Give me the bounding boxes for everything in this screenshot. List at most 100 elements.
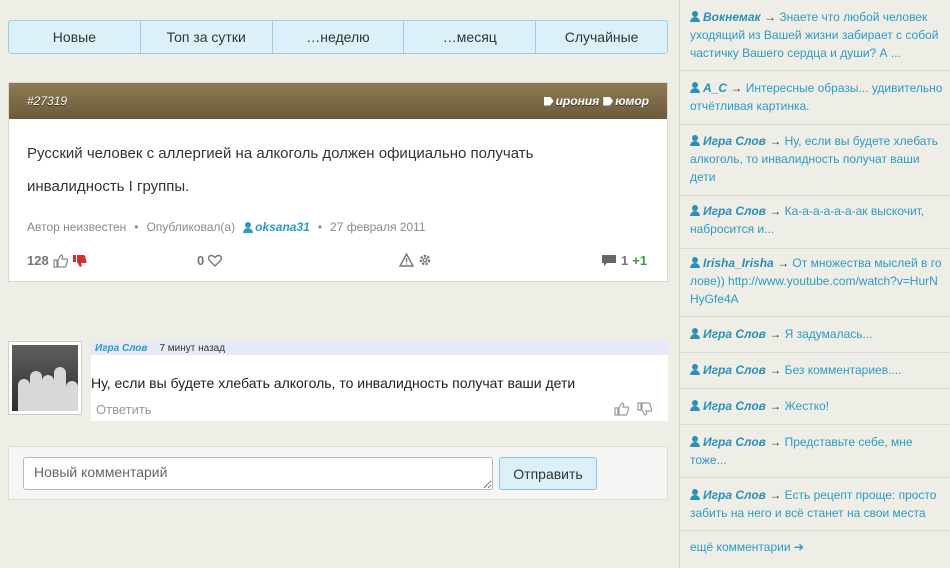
sidebar-comment-user[interactable]: Игра Слов [690, 399, 766, 413]
comment-time: 7 минут назад [159, 342, 226, 354]
arrow-icon: → [769, 363, 782, 377]
recent-comments-sidebar: Вокнемак → Знаете что любой человек уход… [679, 0, 950, 568]
sidebar-comment-user[interactable]: Игра Слов [690, 435, 766, 449]
tab-random[interactable]: Случайные [535, 20, 668, 54]
quote-card: #27319 ирония юмор Русский человек с алл… [8, 82, 668, 282]
comment-body: Игра Слов 7 минут назад Ну, если вы буде… [91, 341, 668, 421]
avatar-image [12, 345, 78, 411]
sidebar-comment-user[interactable]: Игра Слов [690, 134, 766, 148]
comment-votes [614, 402, 652, 416]
quote-text-line-2: инвалидность I группы. [27, 178, 190, 195]
sidebar-comment-text[interactable]: Интересные образы... удивительно отчётли… [690, 81, 942, 113]
reply-link[interactable]: Ответить [96, 402, 152, 417]
favorites-group: 0 [197, 253, 223, 268]
sidebar-user-name: Игра Слов [703, 488, 766, 502]
tag-icon [543, 96, 554, 106]
user-icon [690, 489, 700, 500]
sidebar-user-name: Irisha_Irisha [703, 256, 774, 270]
tag-list: ирония юмор [543, 94, 649, 108]
heart-icon[interactable] [208, 254, 223, 267]
sidebar-comment-text[interactable]: Жестко! [785, 399, 830, 413]
sidebar-comment-user[interactable]: Игра Слов [690, 488, 766, 502]
new-comment-input[interactable] [23, 457, 493, 490]
quote-id-link[interactable]: #27319 [27, 94, 67, 108]
user-icon [690, 205, 700, 216]
tag-humor[interactable]: юмор [603, 94, 649, 108]
sidebar-comment[interactable]: Игра Слов → Ка-а-а-а-а-а-ак выскочит, на… [680, 196, 950, 249]
arrow-icon: → [730, 81, 743, 95]
comments-count: 1 [621, 253, 629, 268]
quote-header: #27319 ирония юмор [9, 83, 667, 119]
author-label: Автор неизвестен [27, 220, 127, 234]
comment-icon [602, 255, 616, 266]
submit-comment-button[interactable]: Отправить [499, 457, 597, 490]
comment-text: Ну, если вы будете хлебать алкоголь, то … [91, 375, 576, 391]
thumb-up-icon[interactable] [614, 402, 629, 416]
sidebar-comment-user[interactable]: Игра Слов [690, 363, 766, 377]
thumb-up-icon[interactable] [53, 253, 68, 268]
tab-week[interactable]: …неделю [271, 20, 405, 54]
sidebar-comment[interactable]: Irisha_Irisha → От множества мыслей в го… [680, 249, 950, 317]
arrow-icon: → [777, 256, 790, 270]
sidebar-user-name: Игра Слов [703, 327, 766, 341]
arrow-icon: → [769, 399, 782, 413]
gear-icon[interactable] [418, 253, 432, 267]
warning-icon[interactable] [399, 253, 414, 267]
sidebar-comment-text[interactable]: Без комментариев.... [785, 363, 902, 377]
tag-irony[interactable]: ирония [543, 94, 600, 108]
sidebar-comment[interactable]: Игра Слов → Я задумалась... [680, 317, 950, 353]
arrow-icon: → [769, 327, 782, 341]
comments-delta: +1 [632, 253, 648, 268]
publisher-name: oksana31 [255, 220, 310, 234]
sidebar-comment[interactable]: Игра Слов → Представьте себе, мне тоже..… [680, 425, 950, 478]
thumb-down-icon[interactable] [637, 402, 652, 416]
arrow-icon: → [763, 10, 776, 24]
sidebar-comment-user[interactable]: Irisha_Irisha [690, 256, 774, 270]
user-icon [690, 364, 700, 375]
tab-month[interactable]: …месяц [403, 20, 537, 54]
top-tabs: Новые Топ за сутки …неделю …месяц Случай… [8, 20, 668, 54]
user-icon [243, 221, 254, 233]
meta-separator: • [134, 220, 139, 234]
sidebar-comment-text[interactable]: Я задумалась... [785, 327, 873, 341]
quote-meta: Автор неизвестен • Опубликовал(а) oksana… [27, 220, 426, 234]
tab-new[interactable]: Новые [8, 20, 141, 54]
sidebar-comment-user[interactable]: A_C [690, 81, 727, 95]
rating-group: 128 [27, 253, 87, 268]
comment-author[interactable]: Игра Слов [95, 343, 147, 354]
tab-top-day[interactable]: Топ за сутки [139, 20, 273, 54]
comment: Игра Слов 7 минут назад Ну, если вы буде… [8, 341, 668, 421]
sidebar-user-name: A_C [703, 81, 728, 95]
sidebar-user-name: Вокнемак [703, 10, 761, 24]
sidebar-comment[interactable]: Игра Слов → Есть рецепт проще: просто за… [680, 478, 950, 531]
thumb-down-icon[interactable] [72, 254, 87, 268]
tag-label: ирония [555, 94, 600, 108]
publish-date: 27 февраля 2011 [330, 220, 426, 234]
user-icon [690, 328, 700, 339]
tag-label: юмор [615, 94, 649, 108]
quote-actions: 128 0 1 +1 [27, 253, 652, 273]
sidebar-user-name: Игра Слов [703, 399, 766, 413]
comment-header: Игра Слов 7 минут назад [91, 341, 668, 355]
more-comments-link[interactable]: ещё комментарии ➔ [690, 540, 804, 554]
user-icon [690, 82, 700, 93]
publisher-link[interactable]: oksana31 [243, 220, 310, 234]
sidebar-comment[interactable]: Игра Слов → Без комментариев.... [680, 353, 950, 389]
sidebar-comment[interactable]: A_C → Интересные образы... удивительно о… [680, 71, 950, 125]
sidebar-user-name: Игра Слов [703, 134, 766, 148]
user-icon [690, 436, 700, 447]
quote-text: Русский человек с аллергией на алкоголь … [27, 137, 647, 203]
sidebar-comment[interactable]: Вокнемак → Знаете что любой человек уход… [680, 0, 950, 71]
arrow-icon: → [769, 488, 782, 502]
sidebar-user-name: Игра Слов [703, 363, 766, 377]
sidebar-comment-user[interactable]: Вокнемак [690, 10, 761, 24]
sidebar-comment[interactable]: Игра Слов → Ну, если вы будете хлебать а… [680, 125, 950, 196]
user-icon [690, 257, 700, 268]
tag-icon [603, 96, 614, 106]
avatar[interactable] [8, 341, 82, 415]
sidebar-comment-user[interactable]: Игра Слов [690, 327, 766, 341]
comments-group[interactable]: 1 +1 [601, 253, 647, 268]
sidebar-comment-user[interactable]: Игра Слов [690, 204, 766, 218]
sidebar-comment[interactable]: Игра Слов → Жестко! [680, 389, 950, 425]
arrow-icon: → [769, 134, 782, 148]
